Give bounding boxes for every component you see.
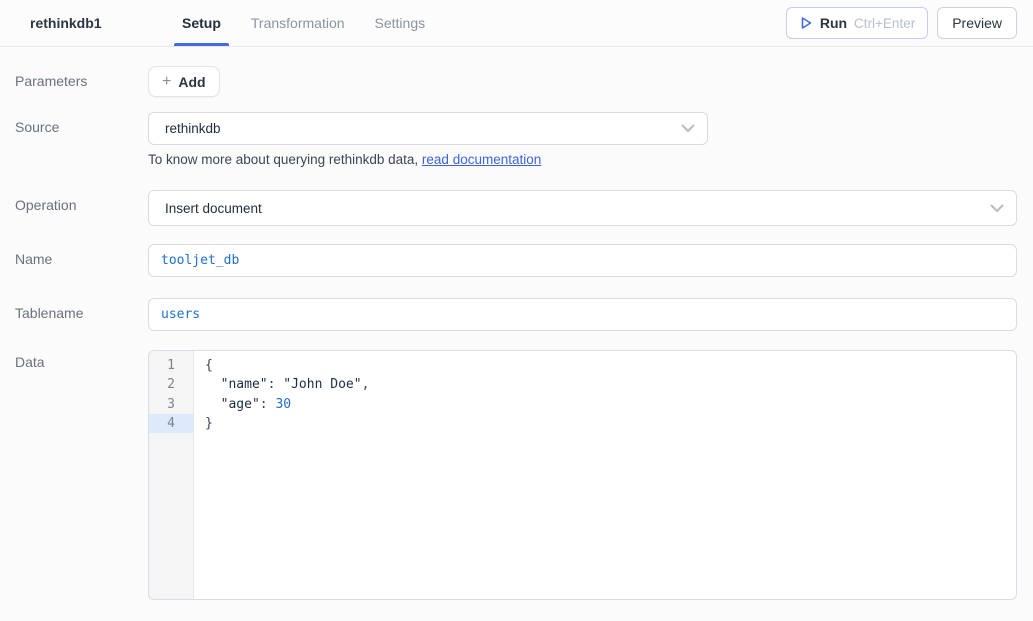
line-number-gutter: 1234	[149, 351, 194, 599]
add-parameter-label: Add	[178, 74, 205, 90]
name-input-value: tooljet_db	[161, 253, 239, 268]
preview-button[interactable]: Preview	[937, 7, 1017, 39]
tab-transformation-label: Transformation	[251, 15, 345, 31]
data-label: Data	[15, 350, 148, 600]
source-select-value: rethinkdb	[165, 121, 681, 136]
name-row: Name tooljet_db	[15, 244, 1017, 277]
header-actions: Run Ctrl+Enter Preview	[786, 0, 1033, 46]
parameters-label: Parameters	[15, 66, 148, 97]
operation-select[interactable]: Insert document	[148, 190, 1017, 226]
run-button-label: Run	[820, 15, 847, 31]
data-row: Data 1234 { "name": "John Doe", "age": 3…	[15, 350, 1017, 600]
tablename-input-value: users	[161, 307, 200, 322]
tab-settings[interactable]: Settings	[373, 0, 428, 46]
tablename-input[interactable]: users	[148, 298, 1017, 331]
query-tabs: Setup Transformation Settings	[180, 0, 427, 46]
source-helper-text: To know more about querying rethinkdb da…	[148, 152, 1017, 167]
line-number: 3	[149, 395, 193, 414]
tab-settings-label: Settings	[375, 15, 426, 31]
tablename-label: Tablename	[15, 298, 148, 331]
code-line[interactable]: "age": 30	[205, 395, 1016, 414]
preview-button-label: Preview	[952, 15, 1002, 31]
tab-setup[interactable]: Setup	[180, 0, 223, 46]
run-shortcut: Ctrl+Enter	[854, 16, 915, 31]
code-area[interactable]: { "name": "John Doe", "age": 30}	[194, 351, 1016, 599]
read-documentation-link[interactable]: read documentation	[422, 152, 541, 167]
query-header: rethinkdb1 Setup Transformation Settings…	[0, 0, 1033, 47]
chevron-down-icon	[681, 124, 695, 133]
operation-row: Operation Insert document	[15, 190, 1017, 226]
name-input[interactable]: tooljet_db	[148, 244, 1017, 277]
code-line[interactable]: {	[205, 356, 1016, 375]
code-line[interactable]: }	[205, 414, 1016, 433]
query-editor-panel: rethinkdb1 Setup Transformation Settings…	[0, 0, 1033, 621]
plus-icon: +	[162, 74, 171, 90]
play-icon	[799, 16, 813, 30]
chevron-down-icon	[990, 204, 1004, 213]
query-title: rethinkdb1	[0, 0, 180, 46]
tablename-row: Tablename users	[15, 298, 1017, 331]
line-number: 4	[149, 414, 193, 433]
code-editor[interactable]: 1234 { "name": "John Doe", "age": 30}	[148, 350, 1017, 600]
source-row: Source rethinkdb To know more about quer…	[15, 112, 1017, 167]
query-form: Parameters + Add Source rethinkdb	[0, 66, 1033, 600]
tab-transformation[interactable]: Transformation	[249, 0, 347, 46]
parameters-row: Parameters + Add	[15, 66, 1017, 97]
helper-prefix: To know more about querying rethinkdb da…	[148, 152, 422, 167]
operation-label: Operation	[15, 190, 148, 226]
name-label: Name	[15, 244, 148, 277]
add-parameter-button[interactable]: + Add	[148, 66, 220, 97]
run-button[interactable]: Run Ctrl+Enter	[786, 7, 928, 39]
operation-select-value: Insert document	[165, 201, 990, 216]
tab-setup-label: Setup	[182, 15, 221, 31]
source-select[interactable]: rethinkdb	[148, 112, 708, 145]
line-number: 2	[149, 375, 193, 394]
code-line[interactable]: "name": "John Doe",	[205, 375, 1016, 394]
source-label: Source	[15, 112, 148, 167]
line-number: 1	[149, 356, 193, 375]
